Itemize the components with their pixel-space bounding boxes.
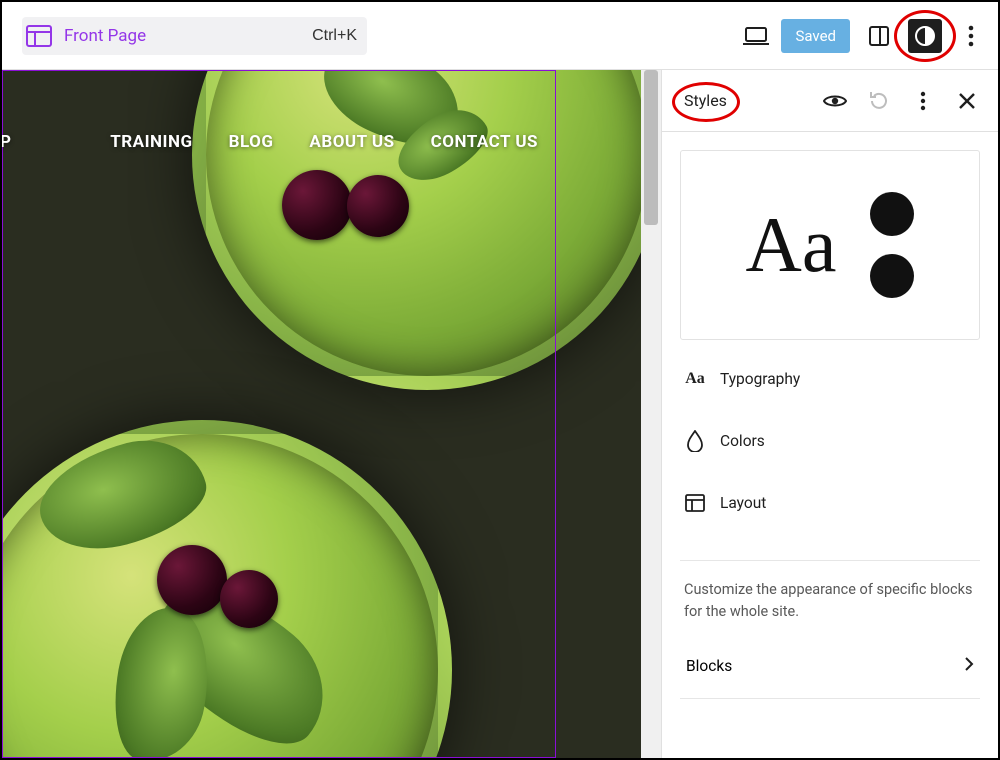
typography-icon: Aa	[684, 368, 706, 390]
topbar-actions: Saved	[743, 19, 988, 53]
blocks-navigate[interactable]: Blocks	[684, 640, 976, 694]
sidebar-more-icon[interactable]	[906, 84, 940, 118]
nav-item-training[interactable]: TRAINING	[110, 132, 192, 152]
color-swatch	[870, 192, 914, 236]
styles-item-label: Layout	[720, 494, 766, 512]
site-nav: P TRAINING BLOG ABOUT US CONTACT US	[2, 132, 556, 152]
style-preview-card[interactable]: Aa	[680, 150, 980, 340]
more-options-button[interactable]	[954, 19, 988, 53]
save-button[interactable]: Saved	[781, 19, 850, 53]
blueberry	[347, 175, 409, 237]
shortcut-hint: Ctrl+K	[312, 27, 357, 45]
blocks-description: Customize the appearance of specific blo…	[684, 579, 976, 624]
settings-panel-toggle[interactable]	[862, 19, 896, 53]
canvas-scrollbar[interactable]	[641, 70, 661, 758]
style-book-icon[interactable]	[818, 84, 852, 118]
colors-icon	[684, 430, 706, 452]
blocks-panel: Customize the appearance of specific blo…	[680, 560, 980, 699]
styles-item-colors[interactable]: Colors	[680, 418, 980, 464]
styles-item-layout[interactable]: Layout	[680, 480, 980, 526]
color-swatches	[870, 192, 914, 298]
blueberry	[157, 545, 227, 615]
document-switcher[interactable]: Front Page Ctrl+K	[22, 17, 367, 55]
nav-item-blog[interactable]: BLOG	[229, 132, 274, 152]
nav-item-contact[interactable]: CONTACT US	[431, 132, 538, 152]
device-preview-icon[interactable]	[743, 26, 769, 46]
page-title: Front Page	[64, 26, 146, 46]
blueberry	[220, 570, 278, 628]
blueberry	[282, 170, 352, 240]
nav-item-fragment[interactable]: P	[2, 132, 11, 152]
styles-item-typography[interactable]: Aa Typography	[680, 356, 980, 402]
layout-icon	[684, 492, 706, 514]
styles-item-label: Colors	[720, 432, 765, 450]
editor-topbar: Front Page Ctrl+K Saved	[2, 2, 998, 70]
close-sidebar-icon[interactable]	[950, 84, 984, 118]
nav-item-about[interactable]: ABOUT US	[309, 132, 394, 152]
editor-main: P TRAINING BLOG ABOUT US CONTACT US Styl…	[2, 70, 998, 758]
typography-sample: Aa	[746, 200, 837, 290]
blocks-label: Blocks	[686, 657, 732, 675]
color-swatch	[870, 254, 914, 298]
editor-canvas-wrap: P TRAINING BLOG ABOUT US CONTACT US	[2, 70, 662, 758]
sidebar-header: Styles	[662, 70, 998, 132]
scrollbar-thumb[interactable]	[644, 70, 658, 225]
sidebar-body: Aa Aa Typography Colors	[662, 132, 998, 758]
styles-item-label: Typography	[720, 370, 800, 388]
template-icon	[26, 25, 54, 47]
styles-toggle-button[interactable]	[908, 19, 942, 53]
editor-canvas[interactable]: P TRAINING BLOG ABOUT US CONTACT US	[2, 70, 642, 758]
styles-sidebar: Styles	[662, 70, 998, 758]
sidebar-title: Styles	[684, 91, 727, 110]
chevron-right-icon	[964, 656, 974, 676]
revisions-icon[interactable]	[862, 84, 896, 118]
